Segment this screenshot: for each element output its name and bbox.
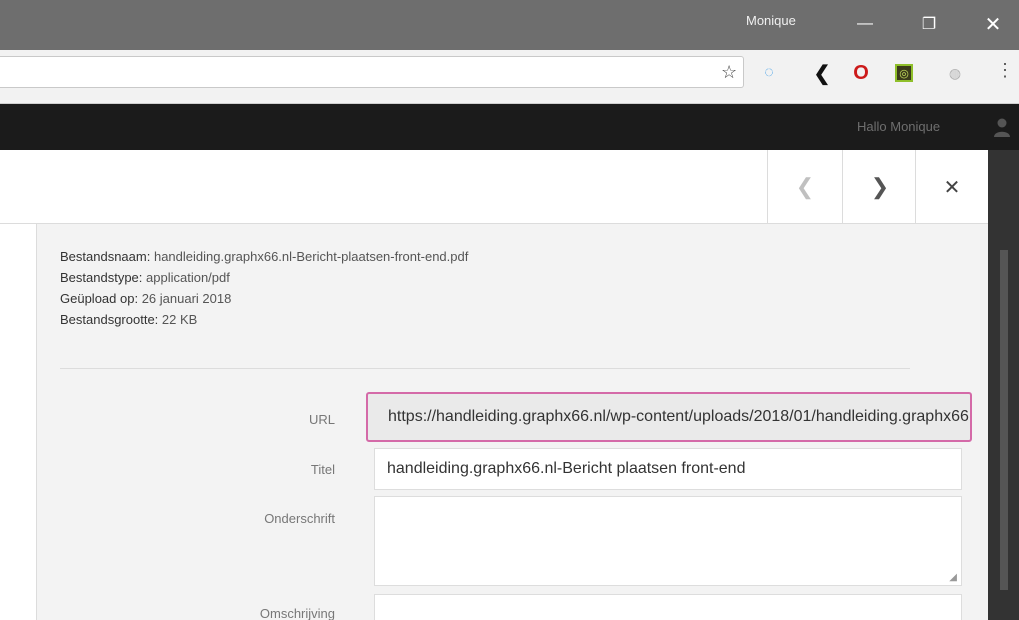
url-label: URL (308, 412, 335, 427)
preview-panel (0, 224, 37, 620)
next-icon[interactable]: ❯ (842, 150, 917, 224)
admin-bar: Hallo Monique (0, 104, 1019, 150)
caption-field[interactable]: ◢ (374, 496, 962, 586)
extension-shield-icon[interactable]: ◌ (759, 63, 779, 83)
browser-menu-icon[interactable]: ⋮ (996, 61, 1014, 79)
description-label: Omschrijving (259, 606, 335, 620)
minimize-icon[interactable]: — (842, 0, 888, 48)
browser-titlebar: Monique — ❐ ✕ (0, 0, 1019, 50)
scrollbar-thumb[interactable] (1000, 250, 1008, 590)
browser-toolbar: ☆ ◌ ❮ O ◎ ◍ ⋮ (0, 50, 1019, 104)
extension-opera-icon[interactable]: O (851, 62, 871, 84)
resize-grip-icon[interactable]: ◢ (949, 572, 957, 583)
greeting-link[interactable]: Hallo Monique (857, 119, 940, 134)
restore-icon[interactable]: ❐ (906, 0, 952, 48)
detail-filesize: Bestandsgrootte: 22 KB (60, 312, 198, 327)
title-field[interactable]: handleiding.graphx66.nl-Bericht plaatsen… (374, 448, 962, 490)
detail-uploaded: Geüpload op: 26 januari 2018 (60, 291, 232, 306)
previous-icon[interactable]: ❮ (767, 150, 842, 224)
address-bar[interactable]: ☆ (0, 56, 744, 88)
url-field[interactable]: https://handleiding.graphx66.nl/wp-conte… (366, 392, 972, 442)
detail-filetype: Bestandstype: application/pdf (60, 270, 230, 285)
modal-header: ❮ ❯ ✕ (0, 150, 988, 224)
attachment-details: Bestandsnaam: handleiding.graphx66.nl-Be… (0, 224, 988, 620)
caption-label: Onderschrift (264, 511, 335, 526)
profile-name[interactable]: Monique (746, 13, 796, 28)
extension-target-icon[interactable]: ◎ (895, 64, 913, 82)
file-details: Bestandsnaam: handleiding.graphx66.nl-Be… (60, 246, 468, 330)
detail-filename: Bestandsnaam: handleiding.graphx66.nl-Be… (60, 249, 469, 264)
divider (60, 368, 910, 369)
extension-grey-icon[interactable]: ◍ (945, 63, 965, 83)
title-label: Titel (310, 462, 335, 477)
window-close-icon[interactable]: ✕ (970, 0, 1016, 48)
bookmark-star-icon[interactable]: ☆ (721, 62, 737, 83)
description-field[interactable] (374, 594, 962, 620)
avatar-icon[interactable] (992, 116, 1012, 138)
close-icon[interactable]: ✕ (915, 150, 988, 224)
extension-back-chevron-icon[interactable]: ❮ (812, 63, 832, 85)
